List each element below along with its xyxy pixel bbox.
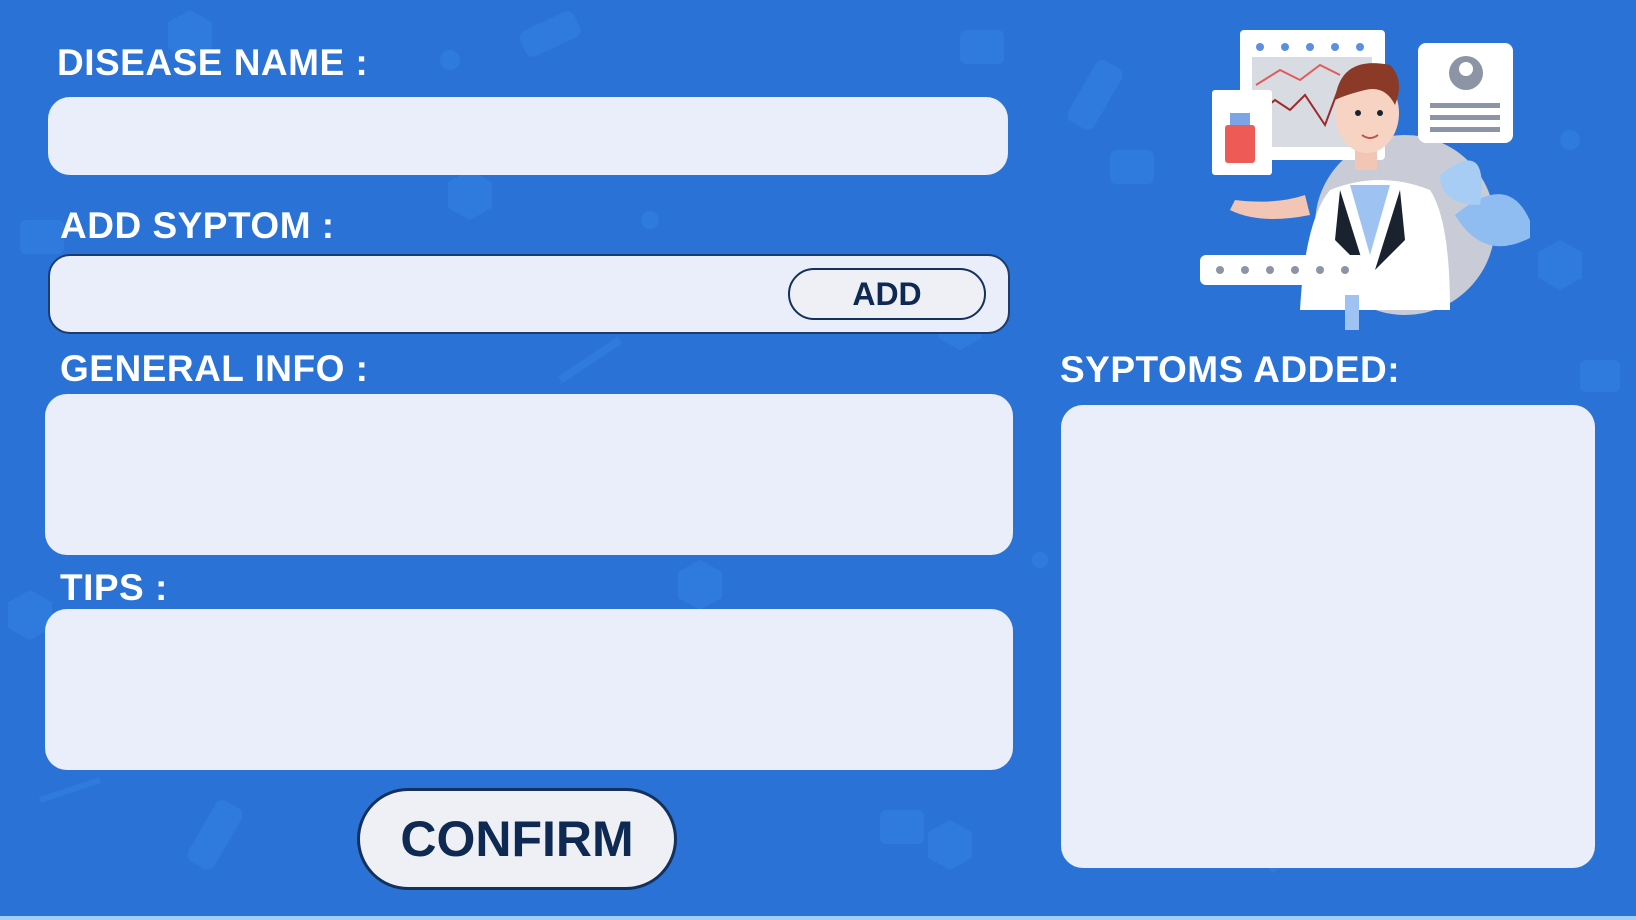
disease-name-label: DISEASE NAME :: [57, 42, 369, 83]
bottom-strip: [0, 916, 1636, 920]
add-symptom-button[interactable]: ADD: [788, 268, 986, 320]
add-symptom-label: ADD SYPTOM :: [60, 205, 335, 246]
doctor-illustration: [1200, 30, 1530, 330]
general-info-textarea[interactable]: [45, 394, 1013, 555]
add-symptom-input[interactable]: [50, 256, 770, 332]
symptoms-added-label: SYPTOMS ADDED:: [1060, 349, 1401, 390]
disease-name-input[interactable]: [48, 97, 1008, 175]
symptoms-added-list: [1061, 405, 1595, 868]
tips-label: TIPS :: [60, 567, 168, 608]
confirm-button[interactable]: CONFIRM: [357, 788, 677, 890]
disease-name-field[interactable]: [48, 97, 1008, 175]
general-info-field[interactable]: [45, 394, 1013, 555]
tips-field[interactable]: [45, 609, 1013, 770]
tips-textarea[interactable]: [45, 609, 1013, 770]
general-info-label: GENERAL INFO :: [60, 348, 369, 389]
